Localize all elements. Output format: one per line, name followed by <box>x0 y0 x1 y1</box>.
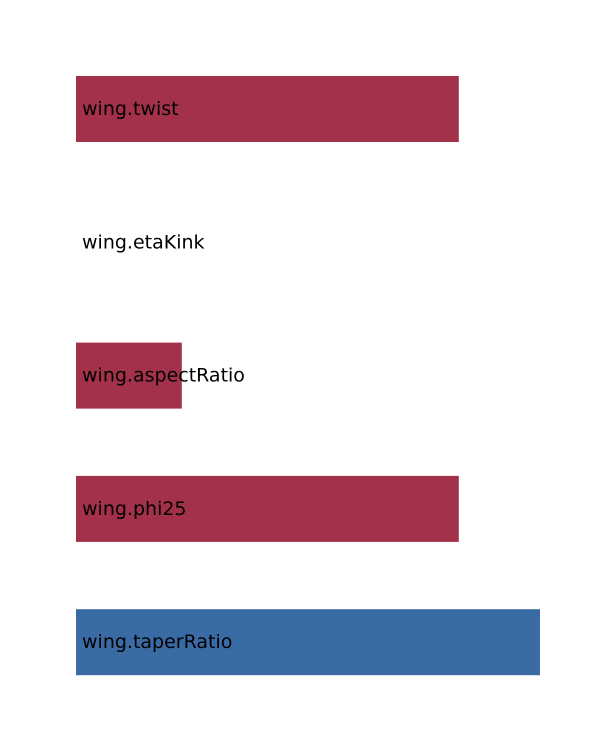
bar-chart: wing.twist wing.etaKink wing.aspectRatio wi… <box>76 76 540 676</box>
bar-label: wing.aspectRatio <box>82 365 245 387</box>
bar-label: wing.etaKink <box>82 231 205 253</box>
bar-label: wing.taperRatio <box>82 631 232 653</box>
bar-label: wing.twist <box>82 98 179 120</box>
bar-label: wing.phi25 <box>82 498 187 520</box>
